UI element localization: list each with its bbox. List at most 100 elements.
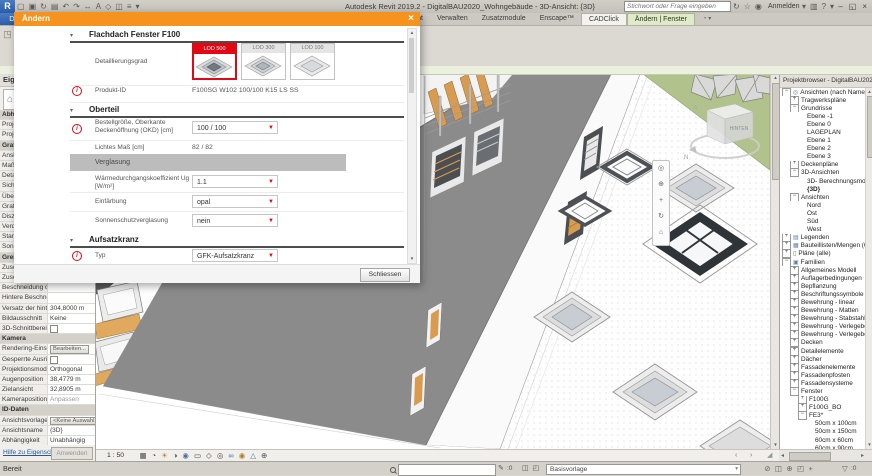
- tree-item[interactable]: +Beschriftungssymbole: [780, 290, 865, 298]
- tree-item[interactable]: West: [780, 226, 865, 234]
- curb-type-dropdown[interactable]: GFK-Aufsatzkranz▼: [192, 249, 278, 262]
- lod-500-option[interactable]: LOD 500: [192, 43, 237, 80]
- tree-item[interactable]: +Bewehrung - Verlegebereich: [780, 323, 865, 331]
- drag-select-icon[interactable]: +: [808, 462, 812, 475]
- pencil-icon[interactable]: ✎: [498, 462, 504, 475]
- scroll-down-icon[interactable]: ▼: [408, 255, 416, 263]
- expand-icon[interactable]: +: [790, 266, 799, 274]
- tint-dropdown[interactable]: opal▼: [192, 195, 278, 208]
- tree-item[interactable]: +Bewehrung - Verlegebereich: [780, 331, 865, 339]
- tree-item[interactable]: Ebene 2: [780, 145, 865, 153]
- property-row[interactable]: 3D-Schnittberei...: [0, 324, 95, 334]
- expand-icon[interactable]: +: [790, 307, 799, 315]
- u-value-dropdown[interactable]: 1.1▼: [192, 175, 278, 188]
- tree-item[interactable]: +Allgemeines Modell: [780, 266, 865, 274]
- collapse-icon[interactable]: −: [798, 412, 807, 420]
- property-value[interactable]: <Keine Auswahl>: [48, 416, 95, 425]
- chevron-icon[interactable]: ▾: [802, 0, 806, 13]
- property-row[interactable]: Gesperrte Ausri...: [0, 355, 95, 365]
- schliessen-button[interactable]: Schliessen: [360, 268, 410, 282]
- checkbox[interactable]: [50, 356, 58, 364]
- navigation-bar[interactable]: ◎⊕+↻⌂: [652, 160, 670, 246]
- expand-icon[interactable]: +: [790, 315, 799, 323]
- tab--ndern-fenster[interactable]: Ändern | Fenster: [627, 13, 695, 25]
- solar-dropdown[interactable]: nein▼: [192, 214, 278, 227]
- tree-item[interactable]: +Bepflanzung: [780, 282, 865, 290]
- project-browser-header[interactable]: Projektbrowser - DigitalBAU2020_W...: [780, 74, 872, 88]
- refresh-icon[interactable]: ↻: [733, 0, 740, 13]
- tree-item[interactable]: +Decken: [780, 339, 865, 347]
- collapse-icon[interactable]: −: [782, 88, 791, 96]
- dialog-scrollbar[interactable]: ▲ ▼: [407, 28, 417, 264]
- expand-icon[interactable]: +: [782, 234, 791, 242]
- expand-icon[interactable]: +: [790, 355, 799, 363]
- tree-item[interactable]: Ebene -1: [780, 112, 865, 120]
- lod-100-option[interactable]: LOD 100: [290, 43, 335, 80]
- expand-icon[interactable]: +: [790, 379, 799, 387]
- checkbox[interactable]: [50, 325, 58, 333]
- tree-item[interactable]: +Bewehrung - linear: [780, 298, 865, 306]
- property-row[interactable]: Ansichtsvorlage<Keine Auswahl>: [0, 416, 95, 426]
- expand-icon[interactable]: +: [790, 339, 799, 347]
- expand-icon[interactable]: +: [790, 331, 799, 339]
- collapse-icon[interactable]: −: [790, 104, 799, 112]
- expand-icon[interactable]: +: [782, 242, 791, 250]
- properties-section[interactable]: Kamera: [0, 334, 95, 344]
- tree-item[interactable]: +Fassadenelemente: [780, 363, 865, 371]
- expand-icon[interactable]: +: [790, 323, 799, 331]
- property-value[interactable]: [48, 283, 95, 292]
- property-value[interactable]: 32,8905 m: [48, 385, 95, 394]
- expand-icon[interactable]: +: [790, 347, 799, 355]
- wheel-icon[interactable]: ◎: [655, 161, 667, 177]
- ribbon-button-partial[interactable]: ◳: [2, 29, 13, 59]
- expand-icon[interactable]: +: [790, 371, 799, 379]
- zoom-icon[interactable]: ⊕: [655, 177, 667, 193]
- cart-icon[interactable]: ▥: [810, 0, 818, 13]
- tree-item[interactable]: −3D-Ansichten: [780, 169, 865, 177]
- property-button[interactable]: Bearbeiten...: [50, 345, 89, 353]
- tree-item[interactable]: +Auflagerbedingungen: [780, 274, 865, 282]
- expand-icon[interactable]: +: [790, 161, 799, 169]
- property-button[interactable]: <Keine Auswahl>: [50, 417, 95, 425]
- info-icon[interactable]: [72, 251, 82, 261]
- status-search-input[interactable]: [398, 464, 496, 476]
- ribbon-cycle-icon[interactable]: ◔ ▾: [703, 13, 711, 25]
- tree-item[interactable]: +Bewehrung - Matten: [780, 307, 865, 315]
- home-icon[interactable]: ⌂: [655, 225, 667, 241]
- search-input[interactable]: [624, 1, 731, 12]
- star-icon[interactable]: ☆: [744, 0, 751, 13]
- tree-item[interactable]: Ebene 3: [780, 153, 865, 161]
- tree-item[interactable]: −Fenster: [780, 387, 865, 395]
- expand-icon[interactable]: +: [790, 96, 799, 104]
- tree-item[interactable]: −FE3*: [780, 412, 865, 420]
- section-oberteil[interactable]: ▾Oberteil: [70, 105, 404, 118]
- property-value[interactable]: 304,8000 m: [48, 304, 95, 313]
- info-icon[interactable]: [72, 124, 82, 134]
- tree-item[interactable]: −◎Ansichten (nach Namen): [780, 88, 865, 96]
- property-value[interactable]: [48, 293, 95, 302]
- select-face-icon[interactable]: ◰: [533, 462, 540, 475]
- scroll-up-icon[interactable]: ▲: [408, 29, 416, 37]
- pan-icon[interactable]: +: [655, 193, 667, 209]
- tab-zusatzmodule[interactable]: Zusatzmodule: [475, 13, 533, 25]
- tab-enscape-[interactable]: Enscape™: [533, 13, 581, 25]
- tree-item[interactable]: 50cm x 100cm: [780, 420, 865, 428]
- tree-item[interactable]: −Ansichten: [780, 193, 865, 201]
- tree-item[interactable]: +F100G: [780, 396, 865, 404]
- expand-icon[interactable]: +: [782, 250, 791, 258]
- property-value[interactable]: {3D}: [48, 426, 95, 435]
- tree-item[interactable]: Ebene 0: [780, 120, 865, 128]
- property-value[interactable]: Unabhängig: [48, 436, 95, 445]
- template-dropdown[interactable]: Basisvorlage ▾: [546, 464, 741, 475]
- collapse-icon[interactable]: ▾: [70, 238, 73, 244]
- property-row[interactable]: Rendering-Einst...Bearbeiten...: [0, 344, 95, 354]
- select-pinned-icon[interactable]: ⊕: [786, 462, 792, 475]
- lod-300-option[interactable]: LOD 300: [241, 43, 286, 80]
- app-logo[interactable]: R: [0, 0, 15, 13]
- tree-item[interactable]: −Grundrisse: [780, 104, 865, 112]
- order-size-dropdown[interactable]: 100 / 100▼: [192, 121, 278, 134]
- properties-section[interactable]: ID-Daten: [0, 405, 95, 415]
- tree-item[interactable]: 60cm x 60cm: [780, 436, 865, 444]
- tree-item[interactable]: 50cm x 150cm: [780, 428, 865, 436]
- tree-item[interactable]: {3D}: [780, 185, 865, 193]
